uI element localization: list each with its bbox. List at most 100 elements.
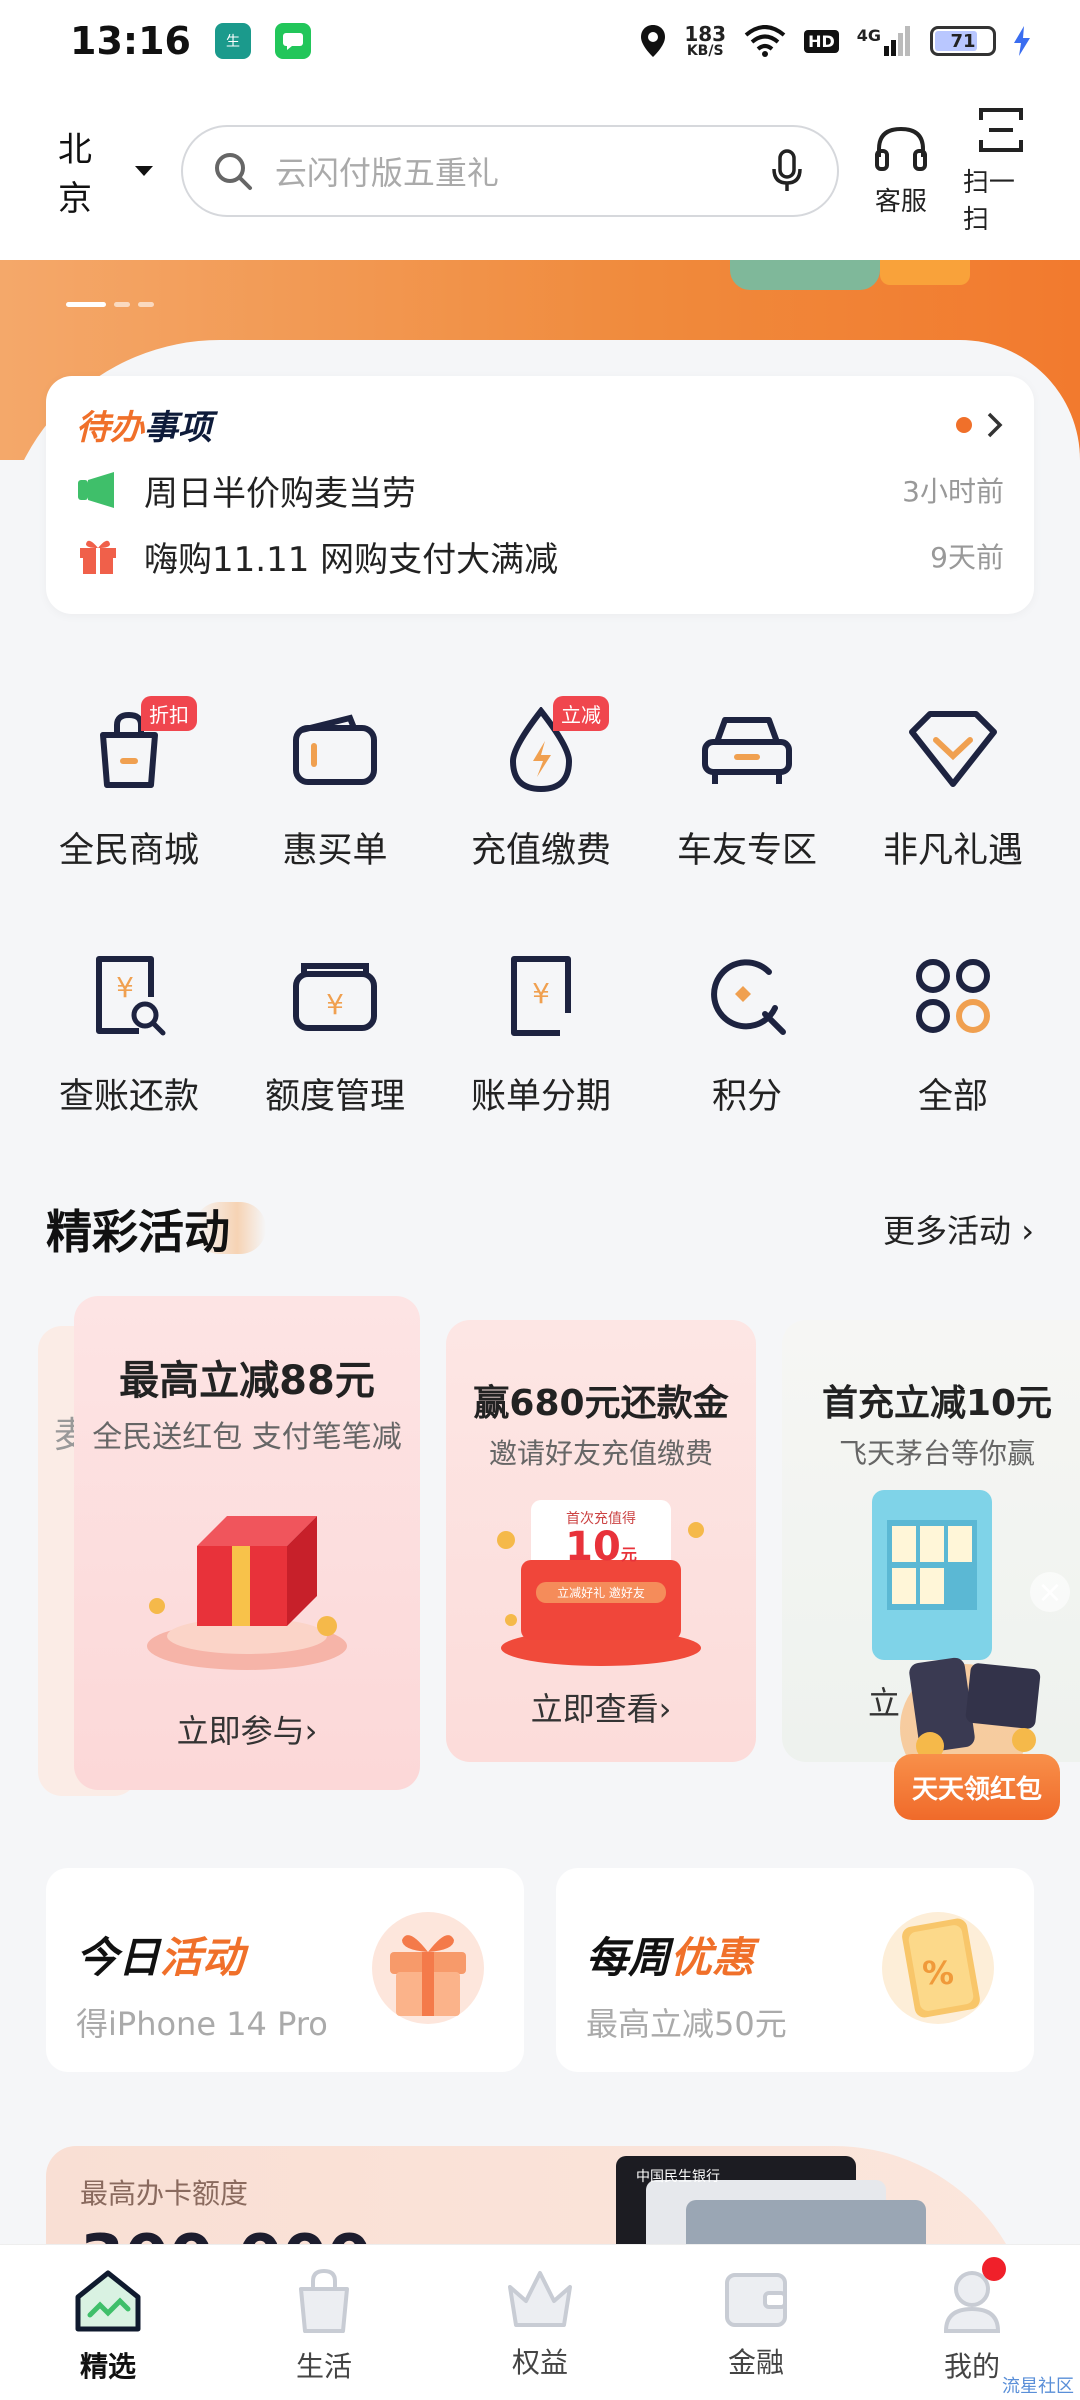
grid-item-privilege[interactable]: 非凡礼遇	[850, 700, 1056, 873]
status-time: 13:16	[70, 19, 191, 63]
banner-product-image-2	[880, 260, 970, 285]
grid-item-huimaidan[interactable]: 惠买单	[232, 700, 438, 873]
nav-item-finance[interactable]: 金融	[648, 2245, 864, 2400]
red-packet-label: 天天领红包	[894, 1754, 1060, 1820]
grid-item-credit-limit[interactable]: ¥ 额度管理	[232, 946, 438, 1119]
nav-label: 权益	[511, 2346, 568, 2379]
app-notification-icon: 生	[214, 23, 251, 59]
grid-item-label: 惠买单	[282, 831, 388, 871]
grid-item-points[interactable]: 积分	[644, 946, 850, 1119]
activity-card-subtitle: 全民送红包 支付笔笔减	[92, 1420, 402, 1455]
activity-card-cta: 立即参与›	[176, 1712, 318, 1750]
charging-icon	[1014, 26, 1030, 56]
service-grid-row-1: 折扣 全民商城 惠买单 立减 充值缴费 车友专区 非凡礼遇	[26, 696, 1056, 873]
vending-machine-illustration	[872, 1490, 992, 1660]
nav-label: 精选	[79, 2350, 136, 2383]
grid-item-label: 账单分期	[470, 1077, 611, 1117]
svg-text:¥: ¥	[116, 971, 134, 1004]
todo-item-time: 9天前	[930, 541, 1004, 574]
activity-card[interactable]: 赢680元还款金 邀请好友充值缴费 首次充值得 10元 立减好礼 邀好友 立即查…	[446, 1320, 756, 1762]
grid-item-label: 充值缴费	[470, 831, 611, 871]
search-placeholder: 云闪付版五重礼	[274, 154, 499, 192]
todo-item[interactable]: 嗨购11.11 网购支付大满减 9天前	[76, 531, 1004, 581]
signal-type: 4G	[856, 26, 881, 45]
coupon-value-number: 10	[565, 1524, 621, 1570]
activity-card-title: 最高立减88元	[119, 1358, 375, 1404]
all-apps-icon	[903, 946, 1003, 1046]
activities-header: 精彩活动 更多活动 ›	[46, 1196, 1034, 1262]
todo-header: 待办事项	[76, 400, 1004, 449]
red-packet-float-button[interactable]: 天天领红包	[894, 1650, 1060, 1820]
headset-icon	[874, 126, 927, 171]
grid-item-bill-repay[interactable]: ¥ 查账还款	[26, 946, 232, 1119]
scan-button[interactable]: 扫一扫	[963, 106, 1040, 236]
todo-title-a: 待办	[76, 408, 144, 448]
status-right: 183 KB/S HD 4G 71	[640, 24, 1030, 58]
todo-item[interactable]: 周日半价购麦当劳 3小时前	[76, 465, 1004, 515]
activities-title: 精彩活动	[46, 1196, 266, 1262]
nav-label: 生活	[295, 2350, 352, 2383]
watermark: 流星社区	[1002, 2376, 1074, 2397]
customer-service-label: 客服	[874, 186, 927, 217]
bottom-navigation: 精选 生活 权益 金融 我的 流星社区	[0, 2244, 1080, 2400]
car-icon	[697, 700, 797, 800]
grid-item-recharge[interactable]: 立减 充值缴费	[438, 696, 644, 873]
shopping-bag-icon	[299, 2268, 349, 2333]
promo-title-a: 今日	[76, 1933, 161, 1982]
grid-item-all[interactable]: 全部	[850, 946, 1056, 1119]
diamond-icon	[903, 700, 1003, 800]
svg-text:¥: ¥	[532, 977, 550, 1010]
megaphone-icon	[76, 470, 120, 510]
activity-card-cta-label: 立即查看	[530, 1690, 659, 1728]
installment-icon: ¥	[491, 946, 591, 1046]
more-activities-link[interactable]: 更多活动 ›	[883, 1206, 1034, 1252]
coupon-value: 10元	[446, 1524, 756, 1570]
todo-more[interactable]	[956, 411, 1004, 439]
card-bank-name: 中国民生银行	[636, 2169, 720, 2185]
bolt-drop-icon: 立减	[491, 696, 609, 800]
grid-item-car[interactable]: 车友专区	[644, 700, 850, 873]
close-icon[interactable]: ×	[1030, 1572, 1070, 1612]
promo-card-today[interactable]: 今日活动 得iPhone 14 Pro	[46, 1868, 524, 2072]
grid-item-installment[interactable]: ¥ 账单分期	[438, 946, 644, 1119]
search-bar[interactable]: 云闪付版五重礼	[180, 125, 839, 217]
customer-service-button[interactable]: 客服	[873, 125, 929, 218]
service-grid-row-2: ¥ 查账还款 ¥ 额度管理 ¥ 账单分期 积分 全部	[26, 946, 1056, 1119]
todo-item-time: 3小时前	[902, 475, 1004, 508]
wifi-icon	[744, 25, 786, 57]
todo-item-text: 周日半价购麦当劳	[144, 473, 416, 514]
grid-item-label: 额度管理	[264, 1077, 405, 1117]
battery-icon: 71	[930, 26, 996, 56]
net-speed-value: 183	[684, 22, 727, 46]
scan-label: 扫一扫	[962, 168, 1015, 235]
todo-item-text: 嗨购11.11 网购支付大满减	[144, 539, 559, 580]
grid-item-label: 积分	[711, 1077, 782, 1117]
city-selector[interactable]: 北京	[58, 122, 153, 220]
gift-icon	[372, 1912, 484, 2024]
promo-card-weekly[interactable]: 每周优惠 最高立减50元 %	[556, 1868, 1034, 2072]
promo-title-b: 优惠	[670, 1933, 755, 1982]
search-icon	[214, 153, 252, 190]
net-speed-unit: KB/S	[686, 43, 724, 59]
todo-card[interactable]: 待办事项 周日半价购麦当劳 3小时前 嗨购11.11 网购支付大满减 9天前	[46, 376, 1034, 614]
coupon-icon: %	[882, 1912, 994, 2024]
pagination-dot-active	[66, 302, 106, 307]
grid-item-mall[interactable]: 折扣 全民商城	[26, 696, 232, 873]
activity-card[interactable]: 最高立减88元 全民送红包 支付笔笔减 立即参与›	[74, 1296, 420, 1790]
shopping-bag-icon: 折扣	[79, 696, 197, 800]
activity-card-title: 赢680元还款金	[473, 1383, 729, 1424]
gift-icon	[76, 536, 120, 576]
microphone-icon[interactable]	[771, 149, 803, 193]
nav-item-featured[interactable]: 精选	[0, 2245, 216, 2400]
activity-card-title: 首充立减10元	[821, 1383, 1053, 1424]
nav-item-benefits[interactable]: 权益	[432, 2245, 648, 2400]
gift-box-illustration	[147, 1516, 347, 1670]
crown-icon	[508, 2271, 572, 2327]
todo-title: 待办事项	[76, 400, 212, 449]
nav-item-life[interactable]: 生活	[216, 2245, 432, 2400]
activity-card-subtitle: 邀请好友充值缴费	[488, 1437, 713, 1470]
coupon-button-text: 立减好礼 邀好友	[536, 1582, 666, 1603]
svg-text:%: %	[922, 1954, 954, 1992]
pagination-dot	[114, 302, 130, 307]
signal-indicator: 4G	[857, 26, 912, 56]
